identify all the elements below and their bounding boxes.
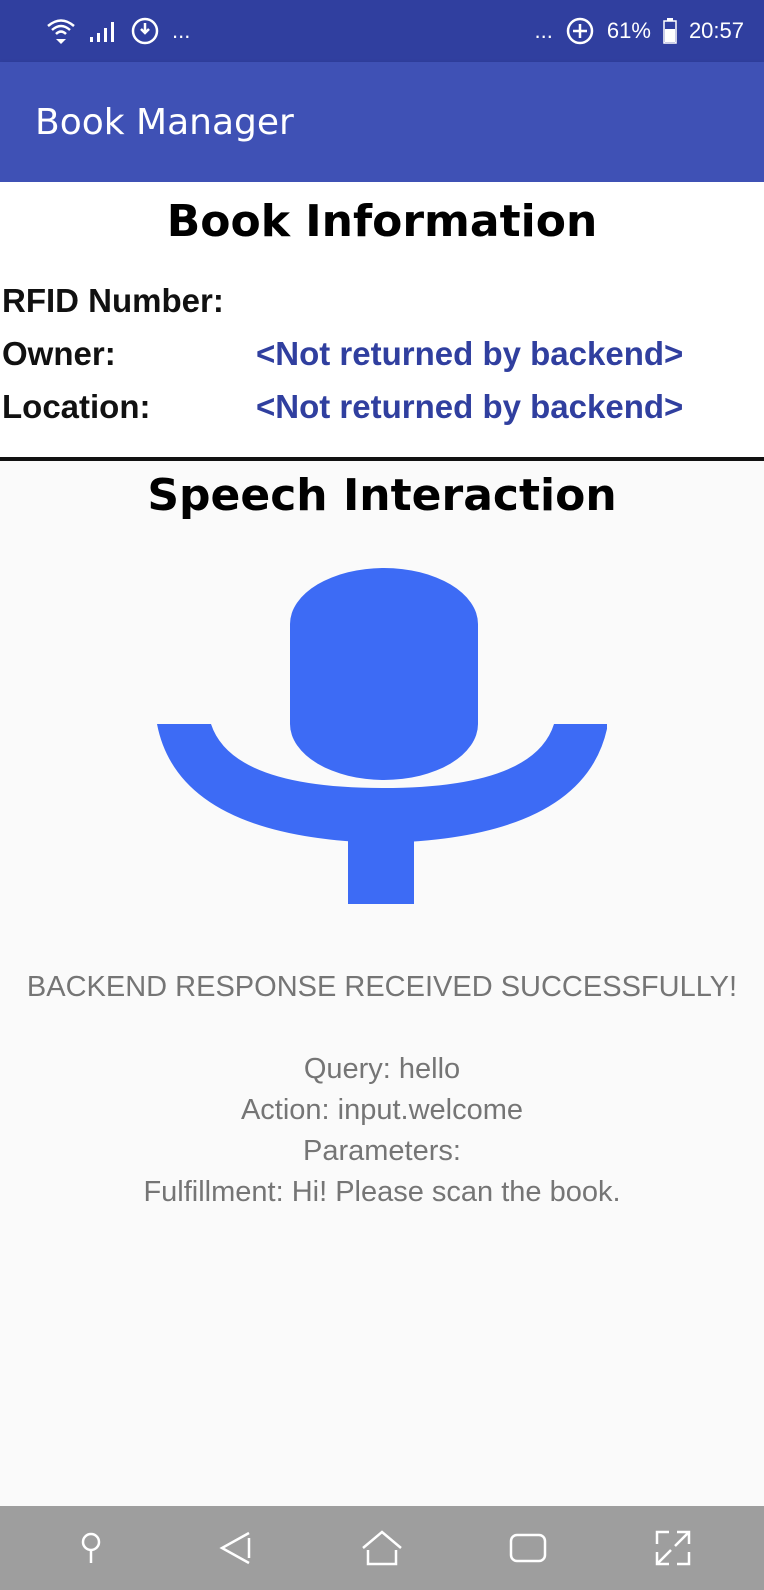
app-title: Book Manager [35, 101, 294, 143]
status-time: 20:57 [688, 18, 744, 43]
home-icon [362, 1530, 402, 1566]
status-right: ... 61% 20:57 [535, 16, 744, 46]
location-value: <Not returned by backend> [256, 388, 684, 425]
recents-button[interactable] [498, 1518, 558, 1578]
status-left-dots: ... [172, 18, 191, 43]
status-right-dots: ... [534, 18, 553, 43]
recents-icon [509, 1533, 546, 1563]
signal-icon [88, 19, 118, 43]
speech-interaction-heading: Speech Interaction [147, 470, 617, 521]
pin-button[interactable] [61, 1518, 121, 1578]
battery-percent: 61% [606, 18, 651, 43]
battery-icon [663, 18, 677, 44]
rfid-label: RFID Number: [2, 282, 224, 319]
response-query: Query: hello [303, 1053, 461, 1085]
back-button[interactable] [206, 1518, 266, 1578]
wifi-icon [46, 17, 76, 45]
status-bar: ... ... 61% 20:57 [0, 0, 764, 62]
location-label: Location: [2, 388, 151, 425]
microphone-icon [157, 568, 608, 904]
pin-icon [81, 1532, 101, 1563]
book-information-heading: Book Information [166, 196, 598, 247]
response-parameters: Parameters: [303, 1135, 461, 1167]
back-icon [219, 1531, 251, 1565]
response-status: BACKEND RESPONSE RECEIVED SUCCESSFULLY! [26, 971, 738, 1003]
response-details: Query: hello Action: input.welcome Param… [0, 1049, 764, 1213]
owner-row: Owner: <Not returned by backend> [0, 329, 764, 379]
expand-button[interactable] [643, 1518, 703, 1578]
main-content: Book Information RFID Number: Owner: <No… [0, 182, 764, 1208]
navigation-bar [0, 1506, 764, 1590]
response-action: Action: input.welcome [240, 1094, 524, 1126]
location-row: Location: <Not returned by backend> [0, 382, 764, 432]
rfid-row: RFID Number: [0, 276, 764, 326]
owner-value: <Not returned by backend> [256, 335, 684, 372]
backend-response: BACKEND RESPONSE RECEIVED SUCCESSFULLY! … [0, 967, 764, 1213]
book-information-section: Book Information RFID Number: Owner: <No… [0, 182, 764, 457]
owner-label: Owner: [2, 335, 116, 372]
microphone-button[interactable] [157, 568, 608, 908]
home-button[interactable] [352, 1518, 412, 1578]
data-saver-icon [565, 16, 595, 46]
sync-icon [130, 16, 160, 46]
section-divider [0, 457, 764, 461]
expand-icon [655, 1530, 691, 1566]
response-fulfillment: Fulfillment: Hi! Please scan the book. [143, 1176, 621, 1208]
status-left: ... [46, 16, 190, 46]
app-bar: Book Manager [0, 62, 764, 182]
